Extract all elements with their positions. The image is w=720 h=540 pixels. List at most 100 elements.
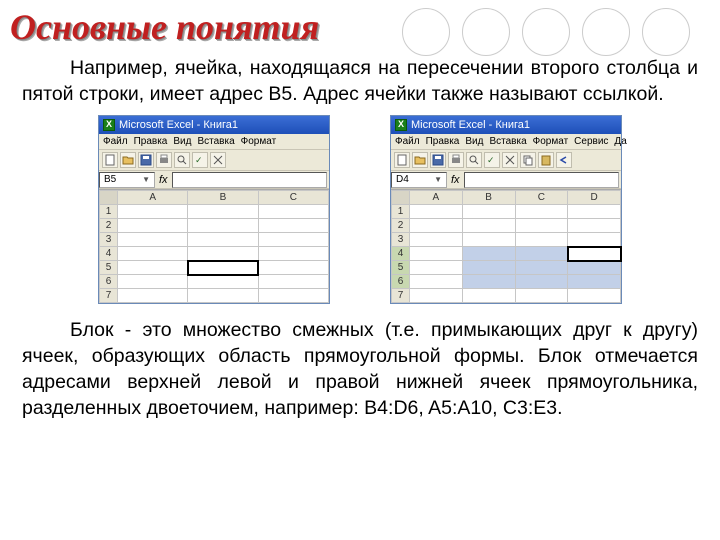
preview-icon[interactable] [174,152,190,168]
menu-format[interactable]: Формат [241,136,277,147]
row-header[interactable]: 7 [100,289,118,303]
row-header[interactable]: 6 [100,275,118,289]
cell-range[interactable] [515,261,568,275]
fx-icon[interactable]: fx [155,174,172,186]
row-header[interactable]: 1 [392,205,410,219]
row-header[interactable]: 1 [100,205,118,219]
menu-data[interactable]: Да [614,136,626,147]
row-header[interactable]: 6 [392,275,410,289]
row-header[interactable]: 4 [392,247,410,261]
cell[interactable] [410,247,463,261]
cell[interactable] [258,205,328,219]
cell[interactable] [410,289,463,303]
print-icon[interactable] [156,152,172,168]
cell[interactable] [118,247,188,261]
cell[interactable] [258,261,328,275]
cell[interactable] [188,275,258,289]
cell[interactable] [188,289,258,303]
menu-view[interactable]: Вид [173,136,191,147]
cell[interactable] [515,219,568,233]
save-icon[interactable] [430,152,446,168]
fx-icon[interactable]: fx [447,174,464,186]
col-header[interactable]: B [462,191,515,205]
cell-range[interactable] [568,261,621,275]
col-header[interactable]: D [568,191,621,205]
cell[interactable] [188,247,258,261]
col-header[interactable]: A [410,191,463,205]
cell[interactable] [118,233,188,247]
row-header[interactable]: 4 [100,247,118,261]
cell-range[interactable] [515,275,568,289]
cell[interactable] [410,275,463,289]
name-box[interactable]: B5 ▼ [99,172,155,188]
col-header[interactable]: A [118,191,188,205]
col-header[interactable]: C [515,191,568,205]
row-header[interactable]: 3 [392,233,410,247]
open-icon[interactable] [120,152,136,168]
menu-edit[interactable]: Правка [134,136,168,147]
cell-range[interactable] [568,275,621,289]
menu-insert[interactable]: Вставка [197,136,234,147]
preview-icon[interactable] [466,152,482,168]
cell-range[interactable] [515,247,568,261]
menu-file[interactable]: Файл [103,136,128,147]
cell-range[interactable] [462,261,515,275]
cell[interactable] [462,289,515,303]
chevron-down-icon[interactable]: ▼ [434,175,442,184]
cell[interactable] [258,233,328,247]
cell[interactable] [118,289,188,303]
cell[interactable] [188,205,258,219]
cell[interactable] [568,289,621,303]
row-header[interactable]: 7 [392,289,410,303]
cell[interactable] [410,205,463,219]
select-all-corner[interactable] [392,191,410,205]
print-icon[interactable] [448,152,464,168]
cell[interactable] [118,205,188,219]
undo-icon[interactable] [556,152,572,168]
copy-icon[interactable] [520,152,536,168]
cell[interactable] [515,289,568,303]
spell-icon[interactable]: ✓ [484,152,500,168]
cell[interactable] [410,261,463,275]
menu-insert[interactable]: Вставка [489,136,526,147]
cut-icon[interactable] [210,152,226,168]
row-header[interactable]: 3 [100,233,118,247]
cell[interactable] [258,289,328,303]
cell[interactable] [568,219,621,233]
menu-file[interactable]: Файл [395,136,420,147]
spell-icon[interactable]: ✓ [192,152,208,168]
menu-view[interactable]: Вид [465,136,483,147]
open-icon[interactable] [412,152,428,168]
paste-icon[interactable] [538,152,554,168]
cell[interactable] [118,275,188,289]
cell[interactable] [515,205,568,219]
row-header[interactable]: 2 [100,219,118,233]
new-icon[interactable] [394,152,410,168]
cell-selected-b5[interactable] [188,261,258,275]
cell[interactable] [462,233,515,247]
cell[interactable] [118,219,188,233]
cell[interactable] [410,219,463,233]
cell[interactable] [410,233,463,247]
row-header[interactable]: 5 [100,261,118,275]
cell[interactable] [568,205,621,219]
cell[interactable] [188,219,258,233]
formula-input[interactable] [172,172,327,188]
cut-icon[interactable] [502,152,518,168]
row-header[interactable]: 2 [392,219,410,233]
cell[interactable] [568,233,621,247]
cell-range[interactable] [462,247,515,261]
cell[interactable] [258,219,328,233]
new-icon[interactable] [102,152,118,168]
cell[interactable] [515,233,568,247]
save-icon[interactable] [138,152,154,168]
cell[interactable] [258,247,328,261]
cell-active-d4[interactable] [568,247,621,261]
chevron-down-icon[interactable]: ▼ [142,175,150,184]
select-all-corner[interactable] [100,191,118,205]
menu-tools[interactable]: Сервис [574,136,608,147]
name-box[interactable]: D4 ▼ [391,172,447,188]
menu-edit[interactable]: Правка [426,136,460,147]
col-header[interactable]: C [258,191,328,205]
col-header[interactable]: B [188,191,258,205]
